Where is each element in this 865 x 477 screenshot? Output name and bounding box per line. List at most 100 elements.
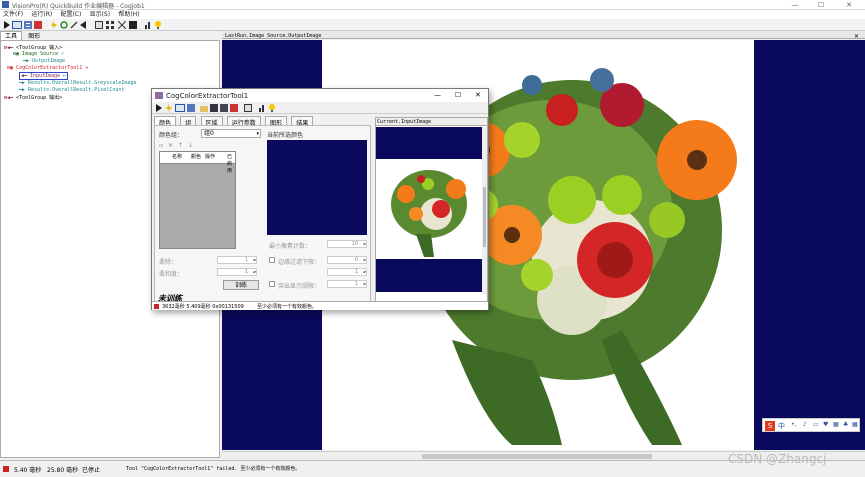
current-color-label: 当前所选颜色 (267, 132, 304, 139)
gap-input[interactable]: 1 (327, 268, 367, 276)
microphone-icon[interactable]: ♪ (803, 421, 807, 428)
tree-item[interactable]: ⊟▣ Image Source ✓ (13, 51, 64, 57)
bulb-icon[interactable] (268, 104, 276, 112)
close-button[interactable]: ✕ (838, 0, 860, 10)
menu-view[interactable]: 显示(S) (90, 10, 111, 19)
ime-toolbar[interactable]: S 中 •, ♪ ▭ ♥ ▦ ♣ ▦ (762, 418, 860, 432)
move-down-icon[interactable]: ↓ (188, 142, 193, 149)
close-view-icon[interactable]: ✕ (854, 33, 859, 40)
matte-input[interactable]: 1 (217, 256, 257, 264)
grid-icon[interactable]: ▦ (852, 421, 858, 428)
tree-item[interactable]: ━▶ Results.OverallResult.PixelCount (19, 87, 124, 93)
tree-item[interactable]: ━▶ OutputImage (23, 58, 65, 64)
tools-icon[interactable] (117, 20, 127, 30)
tools-icon[interactable]: ▦ (833, 421, 839, 428)
status-message: Tool "CogColorExtractorTool1" failed. 至少… (126, 466, 301, 472)
table-header: 名称 颜色 操作 已启用 (160, 152, 235, 174)
highlight-input[interactable]: 1 (327, 280, 367, 288)
open-icon[interactable] (200, 104, 208, 112)
arrow-left-icon[interactable] (80, 21, 88, 29)
move-up-icon[interactable]: ↑ (178, 142, 183, 149)
save-icon[interactable] (210, 104, 218, 112)
maximize-button[interactable]: ☐ (810, 0, 832, 10)
terminal-icon[interactable] (129, 21, 137, 29)
menu-run[interactable]: 运行(R) (31, 10, 52, 19)
dialog-close-button[interactable]: ✕ (475, 91, 481, 99)
wand-icon[interactable] (70, 21, 78, 29)
delete-color-icon[interactable]: ✕ (168, 142, 173, 149)
dialog-status-message: 至少必须有一个有效颜色。 (257, 304, 318, 310)
dilation-input[interactable]: 0 (327, 256, 367, 264)
min-pixel-label: 最小像素计数： (269, 243, 312, 250)
keyboard-icon[interactable]: ▭ (813, 421, 819, 428)
dialog-maximize-button[interactable]: ☐ (455, 91, 461, 99)
image-icon[interactable] (175, 104, 185, 112)
tree-item-input-image[interactable]: ◀━ InputImage ⟵ (19, 72, 69, 80)
ime-mode-label[interactable]: 中 (778, 421, 785, 431)
flash-icon[interactable] (165, 104, 173, 112)
dilation-label: 边缘过滤下限： (278, 259, 321, 266)
preview-vscroll[interactable] (482, 127, 487, 294)
shirt-icon[interactable]: ♣ (843, 421, 848, 428)
train-button[interactable]: 训练 (223, 280, 259, 290)
chart-icon[interactable] (258, 104, 266, 112)
image-icon[interactable] (12, 21, 22, 29)
softness-input[interactable]: 1 (217, 268, 257, 276)
tree-item-selected-tool[interactable]: ⊟▣ CogColorExtractorTool1 ✕ (7, 65, 88, 71)
calculator-icon[interactable] (244, 104, 252, 112)
skin-icon[interactable]: ♥ (823, 421, 828, 428)
menu-help[interactable]: 帮助(H) (118, 10, 139, 19)
dilation-checkbox[interactable] (269, 257, 275, 263)
add-color-icon[interactable]: ▫ (159, 142, 163, 149)
image-view-caption: LastRun.Image Source.OutputImage (225, 33, 322, 39)
list-icon[interactable] (187, 104, 195, 112)
dialog-status-time: 3632毫秒 5.409毫秒 0x00131509 (162, 304, 244, 310)
edit-icon[interactable] (230, 104, 238, 112)
title-bar: VisionPro(R) QuickBuild 作业编辑器 - Cogjob1 … (0, 0, 865, 10)
col-color: 颜色 (191, 154, 202, 160)
preview-flower-image (376, 159, 482, 259)
watermark: CSDN @Zhangcj (728, 452, 827, 466)
tool-icon (155, 92, 163, 99)
error-icon (3, 466, 9, 472)
table-actions: ▫ ✕ ↑ ↓ (159, 142, 193, 149)
list-icon[interactable] (24, 21, 32, 29)
color-group-label: 颜色组： (159, 132, 184, 139)
menu-config[interactable]: 配置(C) (60, 10, 81, 19)
highlight-label: 突出显示阈限： (278, 283, 321, 290)
current-color-swatch (267, 140, 367, 235)
refresh-icon[interactable] (60, 21, 68, 29)
input-image-preview[interactable]: Current.InputImage (375, 117, 488, 303)
bulb-icon[interactable] (154, 21, 162, 29)
sogou-icon[interactable]: S (765, 421, 775, 431)
grid-icon[interactable] (106, 21, 114, 29)
punctuation-icon[interactable]: •, (791, 421, 796, 428)
preview-caption: Current.InputImage (376, 118, 487, 126)
preview-border-bottom (376, 259, 482, 292)
highlight-checkbox[interactable] (269, 281, 275, 287)
calculator-icon[interactable] (95, 21, 103, 29)
run-icon[interactable] (3, 21, 11, 29)
run-icon[interactable] (155, 104, 163, 112)
error-icon (154, 304, 159, 309)
col-enabled: 已启用 (226, 154, 232, 174)
preview-border-top (376, 127, 482, 159)
preview-vscroll-thumb[interactable] (483, 187, 486, 247)
flash-icon[interactable] (50, 21, 58, 29)
color-table[interactable]: 名称 颜色 操作 已启用 (159, 151, 236, 249)
save-as-icon[interactable] (220, 104, 228, 112)
dialog-minimize-button[interactable]: — (434, 91, 441, 99)
color-group-value: 组0 (204, 130, 214, 137)
tree-item[interactable]: ⊟◀━ <ToolGroup 输入> (4, 44, 62, 51)
dialog-title-bar: CogColorExtractorTool1 — ☐ ✕ (152, 89, 488, 102)
minimize-button[interactable]: — (784, 0, 806, 10)
min-pixel-input[interactable]: 10 (327, 240, 367, 248)
chart-icon[interactable] (144, 21, 152, 29)
image-view-header: LastRun.Image Source.OutputImage (222, 31, 865, 39)
edit-icon[interactable] (34, 21, 42, 29)
scroll-thumb[interactable] (422, 454, 652, 459)
tree-item[interactable]: ⊟◀━ <ToolGroup 输出> (4, 94, 62, 101)
tree-item[interactable]: ━▶ Results.OverallResult.GreyscaleImage (19, 80, 136, 86)
menu-file[interactable]: 文件(F) (3, 10, 23, 19)
color-group-select[interactable]: 组0 ▾ (201, 129, 261, 138)
